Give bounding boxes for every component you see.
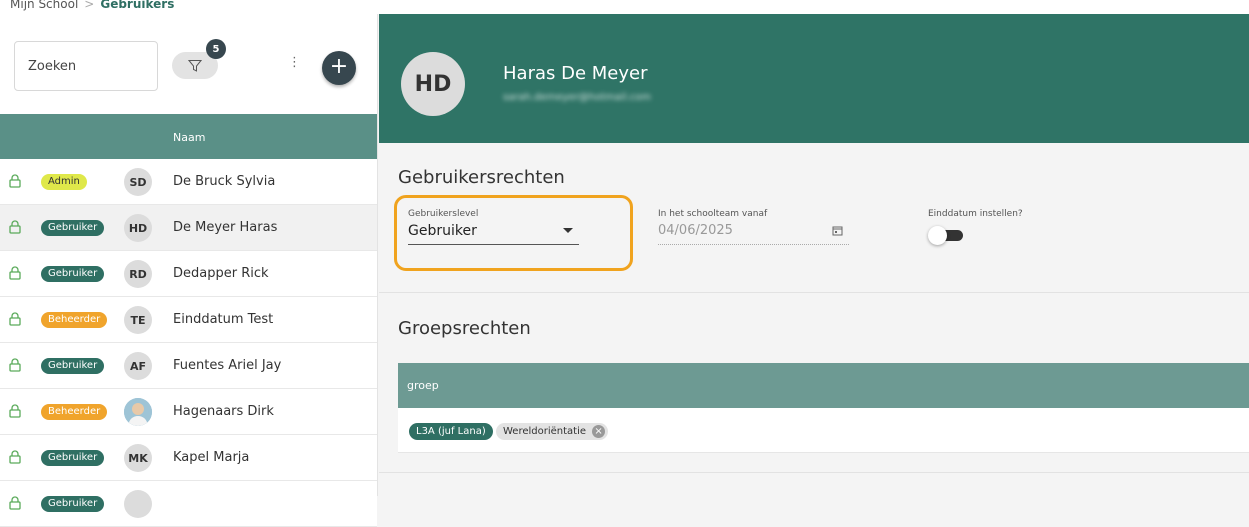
breadcrumb-current: Gebruikers [100,0,175,11]
column-header-name[interactable]: Naam [173,131,205,144]
user-detail-panel: HD Haras De Meyer sarah.demeyer@hotmail.… [379,14,1249,496]
user-row[interactable]: Gebruiker [0,481,377,527]
lock-icon[interactable] [9,266,21,280]
user-name: Einddatum Test [173,312,274,327]
role-badge: Admin [41,174,87,190]
lock-icon[interactable] [9,174,21,188]
role-badge: Beheerder [41,404,108,420]
role-badge: Beheerder [41,312,108,328]
user-avatar: AF [124,352,152,380]
lock-icon[interactable] [9,220,21,234]
user-level-select[interactable]: Gebruiker [408,223,579,245]
user-avatar: RD [124,260,152,288]
user-rights-section: Gebruikersrechten Gebruikerslevel Gebrui… [379,143,1249,293]
lock-icon[interactable] [9,358,21,372]
group-rights-title: Groepsrechten [398,318,531,339]
profile-header: HD Haras De Meyer sarah.demeyer@hotmail.… [379,14,1249,143]
role-badge: Gebruiker [41,358,105,374]
dropdown-arrow-icon [563,228,573,233]
lock-icon[interactable] [9,404,21,418]
group-row: L3A (juf Lana) Wereldoriëntatie × [398,408,1249,453]
role-badge: Gebruiker [41,266,105,282]
team-since-label: In het schoolteam vanaf [658,209,768,219]
lock-icon[interactable] [9,496,21,510]
role-badge: Gebruiker [41,450,105,466]
user-rows: Admin SD De Bruck Sylvia Gebruiker HD De Meye… [0,159,377,527]
team-since-date-field[interactable]: 04/06/2025 [658,223,849,245]
subject-chip-label: Wereldoriëntatie [503,426,587,437]
user-avatar: HD [124,214,152,242]
group-chip[interactable]: L3A (juf Lana) [409,423,493,440]
subject-chip[interactable]: Wereldoriëntatie × [496,423,609,440]
calendar-icon[interactable] [832,225,843,236]
user-photo-avatar [124,398,152,426]
filter-count-badge: 5 [206,39,226,59]
profile-name: Haras De Meyer [503,63,648,84]
user-avatar: MK [124,444,152,472]
profile-email: sarah.demeyer@hotmail.com [503,92,652,103]
lock-icon[interactable] [9,450,21,464]
user-avatar [124,490,152,518]
user-row[interactable]: Gebruiker AF Fuentes Ariel Jay [0,343,377,389]
role-badge: Gebruiker [41,220,105,236]
user-rights-title: Gebruikersrechten [398,167,565,188]
group-rights-section: Groepsrechten groep L3A (juf Lana) Werel… [379,293,1249,473]
user-name: De Bruck Sylvia [173,174,276,189]
user-row[interactable]: Gebruiker RD Dedapper Rick [0,251,377,297]
profile-avatar: HD [401,52,465,116]
toggle-knob [928,226,947,245]
team-since-value: 04/06/2025 [658,223,733,238]
user-row[interactable]: Gebruiker HD De Meyer Haras [0,205,377,251]
group-table-header: groep [398,363,1249,408]
user-avatar: TE [124,306,152,334]
group-table: groep L3A (juf Lana) Wereldoriëntatie × [398,363,1249,453]
user-list-panel: Zoeken 5 ⋮ + Naam Admin SD De Bruck Sylvia… [0,14,378,527]
end-date-label: Einddatum instellen? [928,209,1023,219]
end-date-toggle[interactable] [928,226,963,245]
filter-icon [188,59,202,72]
search-input[interactable]: Zoeken [14,41,158,91]
table-header: Naam [0,114,377,159]
list-toolbar: Zoeken 5 ⋮ + [0,14,377,114]
more-options-icon[interactable]: ⋮ [288,56,301,69]
user-row[interactable]: Beheerder Hagenaars Dirk [0,389,377,435]
user-name: Kapel Marja [173,450,250,465]
user-level-label: Gebruikerslevel [408,209,479,219]
user-name: Dedapper Rick [173,266,269,281]
lock-icon[interactable] [9,312,21,326]
breadcrumb: Mijn School > Gebruikers [0,0,1249,14]
user-row[interactable]: Beheerder TE Einddatum Test [0,297,377,343]
add-user-button[interactable]: + [322,51,356,85]
user-avatar: SD [124,168,152,196]
user-name: De Meyer Haras [173,220,278,235]
user-row[interactable]: Gebruiker MK Kapel Marja [0,435,377,481]
role-badge: Gebruiker [41,496,105,512]
user-row[interactable]: Admin SD De Bruck Sylvia [0,159,377,205]
user-name: Fuentes Ariel Jay [173,358,282,373]
group-column-header: groep [407,379,439,392]
remove-chip-icon[interactable]: × [592,425,606,438]
user-level-value: Gebruiker [408,223,477,239]
breadcrumb-root[interactable]: Mijn School [10,0,78,11]
user-name: Hagenaars Dirk [173,404,274,419]
breadcrumb-separator: > [84,0,95,11]
